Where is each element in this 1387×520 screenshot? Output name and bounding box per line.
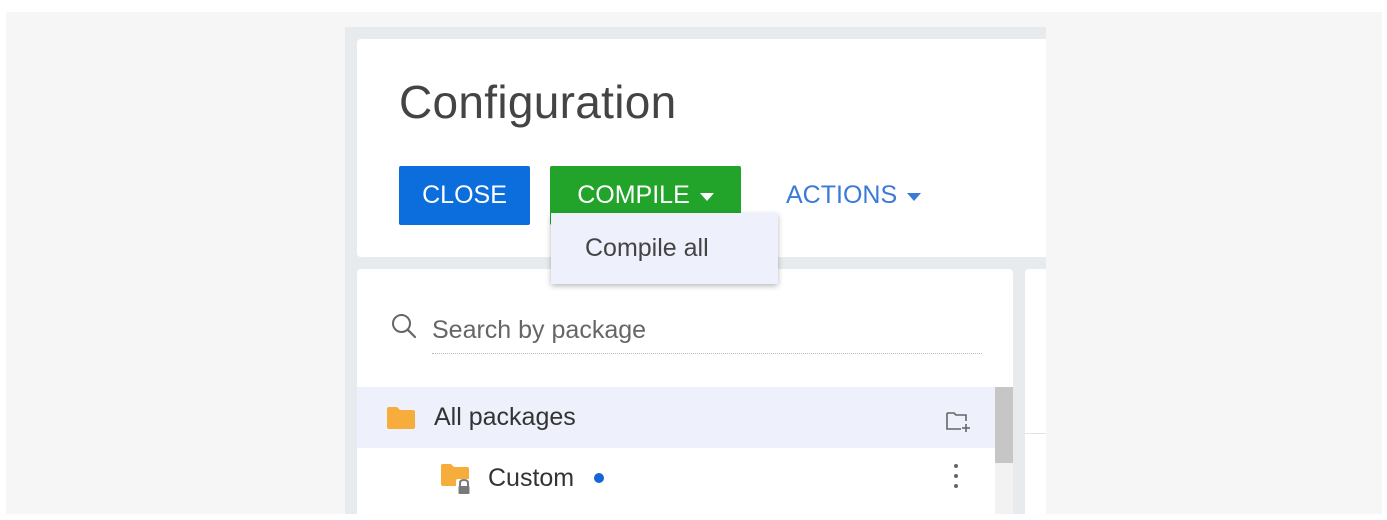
packages-panel: All packages Custom	[357, 269, 1013, 514]
more-options-icon[interactable]	[953, 464, 959, 494]
compile-button-label: COMPILE	[577, 181, 690, 209]
package-row-custom[interactable]: Custom	[357, 448, 995, 509]
locked-folder-icon	[441, 464, 472, 495]
page-title: Configuration	[399, 76, 677, 128]
package-row-all[interactable]: All packages	[357, 387, 995, 448]
package-search-input[interactable]	[432, 307, 982, 354]
caret-down-icon	[699, 192, 714, 201]
divider	[1025, 433, 1046, 434]
package-label: Custom	[488, 464, 575, 492]
actions-button-label: ACTIONS	[786, 181, 898, 209]
caret-down-icon	[907, 192, 922, 201]
compile-dropdown-menu: Compile all	[551, 213, 778, 284]
new-folder-icon[interactable]	[946, 410, 972, 432]
compile-all-menu-item[interactable]: Compile all	[551, 213, 778, 284]
actions-button[interactable]: ACTIONS	[780, 166, 940, 225]
close-button[interactable]: CLOSE	[399, 166, 530, 225]
scrollbar-thumb[interactable]	[995, 387, 1013, 463]
modified-indicator-dot	[594, 473, 604, 483]
details-panel	[1025, 269, 1046, 514]
folder-icon	[387, 407, 415, 429]
package-list-scrollbar[interactable]	[995, 387, 1013, 514]
search-icon	[392, 314, 417, 339]
close-button-label: CLOSE	[422, 181, 507, 209]
package-label: All packages	[434, 403, 576, 431]
